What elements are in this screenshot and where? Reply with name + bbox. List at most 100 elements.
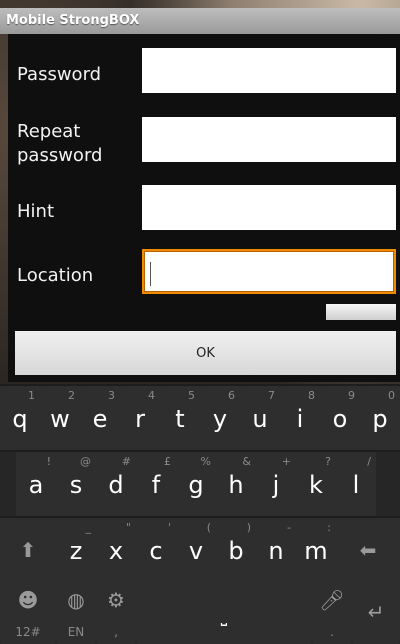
browse-location-button[interactable] (326, 304, 396, 320)
key-label: p (372, 405, 388, 433)
key-label: s (69, 471, 83, 499)
symbols-label: 12# (15, 625, 41, 639)
key-label: i (296, 405, 304, 433)
key-enter[interactable]: ↵ (352, 580, 400, 644)
location-label: Location (17, 265, 94, 286)
key-spacer-right (376, 452, 400, 516)
key-t[interactable]: 5t (160, 386, 200, 450)
space-bar-icon: ⎵ (220, 607, 228, 626)
comma-label: , (114, 625, 118, 639)
key-hint: 2 (68, 389, 75, 402)
key-l[interactable]: / l (336, 452, 376, 516)
key-k[interactable]: ? k (296, 452, 336, 516)
key-label: m (304, 537, 328, 565)
key-i[interactable]: 8i (280, 386, 320, 450)
key-label: y (212, 405, 228, 433)
key-hint: # (121, 455, 131, 468)
key-label: l (352, 471, 360, 499)
key-language[interactable]: ◍ EN (56, 580, 96, 644)
key-shift[interactable]: ⬆ (0, 518, 56, 582)
key-period[interactable]: 🎤︎. (312, 580, 352, 644)
key-hint: 5 (188, 389, 195, 402)
key-hint: + (281, 455, 291, 468)
globe-icon: ◍ (67, 588, 85, 612)
key-y[interactable]: 6y (200, 386, 240, 450)
key-label: d (108, 471, 124, 499)
key-label: k (309, 471, 323, 499)
text-cursor (150, 262, 151, 286)
key-symbols[interactable]: ☻ 12# (0, 580, 56, 644)
shift-arrow-icon: ⬆ (19, 538, 37, 562)
ok-button[interactable]: OK (15, 331, 396, 375)
key-hint: : (327, 521, 331, 534)
key-g[interactable]: % g (176, 452, 216, 516)
key-d[interactable]: # d (96, 452, 136, 516)
key-label: a (28, 471, 44, 499)
period-label: . (330, 625, 334, 639)
key-hint: £ (164, 455, 171, 468)
key-hint: 3 (108, 389, 115, 402)
key-hint: ' (167, 521, 171, 534)
key-o[interactable]: 9o (320, 386, 360, 450)
password-field[interactable] (142, 48, 396, 93)
key-c[interactable]: ' c (136, 518, 176, 582)
repeat-password-field[interactable] (142, 117, 396, 162)
key-hint: ! (46, 455, 51, 468)
key-hint: / (367, 455, 371, 468)
key-hint: 4 (148, 389, 155, 402)
key-u[interactable]: 7u (240, 386, 280, 450)
key-hint: @ (80, 455, 91, 468)
emoji-icon: ☻ (17, 588, 39, 612)
soft-keyboard: 1q 2w 3e 4r 5t 6y 7u 8i 9o 0p ! a @ s # d £… (0, 384, 400, 644)
enter-icon: ↵ (367, 600, 385, 624)
key-s[interactable]: @ s (56, 452, 96, 516)
key-hint: 7 (268, 389, 275, 402)
key-hint: % (200, 455, 211, 468)
hint-field[interactable] (142, 185, 396, 230)
microphone-icon: 🎤︎ (319, 588, 345, 612)
key-label: h (228, 471, 244, 499)
key-hint: _ (85, 521, 92, 534)
key-hint: ) (246, 521, 251, 534)
key-h[interactable]: & h (216, 452, 256, 516)
key-w[interactable]: 2w (40, 386, 80, 450)
repeat-password-label-line2: password (17, 145, 103, 166)
settings-gear-icon: ⚙ (107, 588, 125, 612)
location-field[interactable] (142, 249, 396, 294)
hint-label: Hint (17, 201, 55, 222)
key-label: c (149, 537, 163, 565)
key-space[interactable]: ⎵ (136, 580, 312, 644)
key-label: r (135, 405, 145, 433)
key-b[interactable]: ) b (216, 518, 256, 582)
key-hint: ( (206, 521, 211, 534)
key-p[interactable]: 0p (360, 386, 400, 450)
key-v[interactable]: (v (176, 518, 216, 582)
backspace-icon: ⬅ (359, 538, 377, 562)
key-a[interactable]: ! a (16, 452, 56, 516)
key-j[interactable]: + j (256, 452, 296, 516)
password-dialog: Password Repeat password Hint Location O… (8, 34, 400, 382)
key-z[interactable]: _ z (56, 518, 96, 582)
key-label: f (151, 471, 161, 499)
key-comma[interactable]: ⚙, (96, 580, 136, 644)
key-hint: & (242, 455, 251, 468)
key-label: t (175, 405, 185, 433)
key-label: w (50, 405, 70, 433)
key-m[interactable]: :m (296, 518, 336, 582)
key-label: u (252, 405, 268, 433)
key-hint: - (287, 521, 291, 534)
key-x[interactable]: " x (96, 518, 136, 582)
key-label: x (108, 537, 124, 565)
key-hint: " (125, 521, 131, 534)
key-spacer-left (0, 452, 16, 516)
key-label: o (332, 405, 348, 433)
key-hint: 0 (388, 389, 395, 402)
key-f[interactable]: £ f (136, 452, 176, 516)
key-q[interactable]: 1q (0, 386, 40, 450)
key-label: e (92, 405, 108, 433)
key-r[interactable]: 4r (120, 386, 160, 450)
key-e[interactable]: 3e (80, 386, 120, 450)
key-n[interactable]: -n (256, 518, 296, 582)
key-backspace[interactable]: ⬅ (336, 518, 400, 582)
repeat-password-label-line1: Repeat (17, 121, 81, 142)
